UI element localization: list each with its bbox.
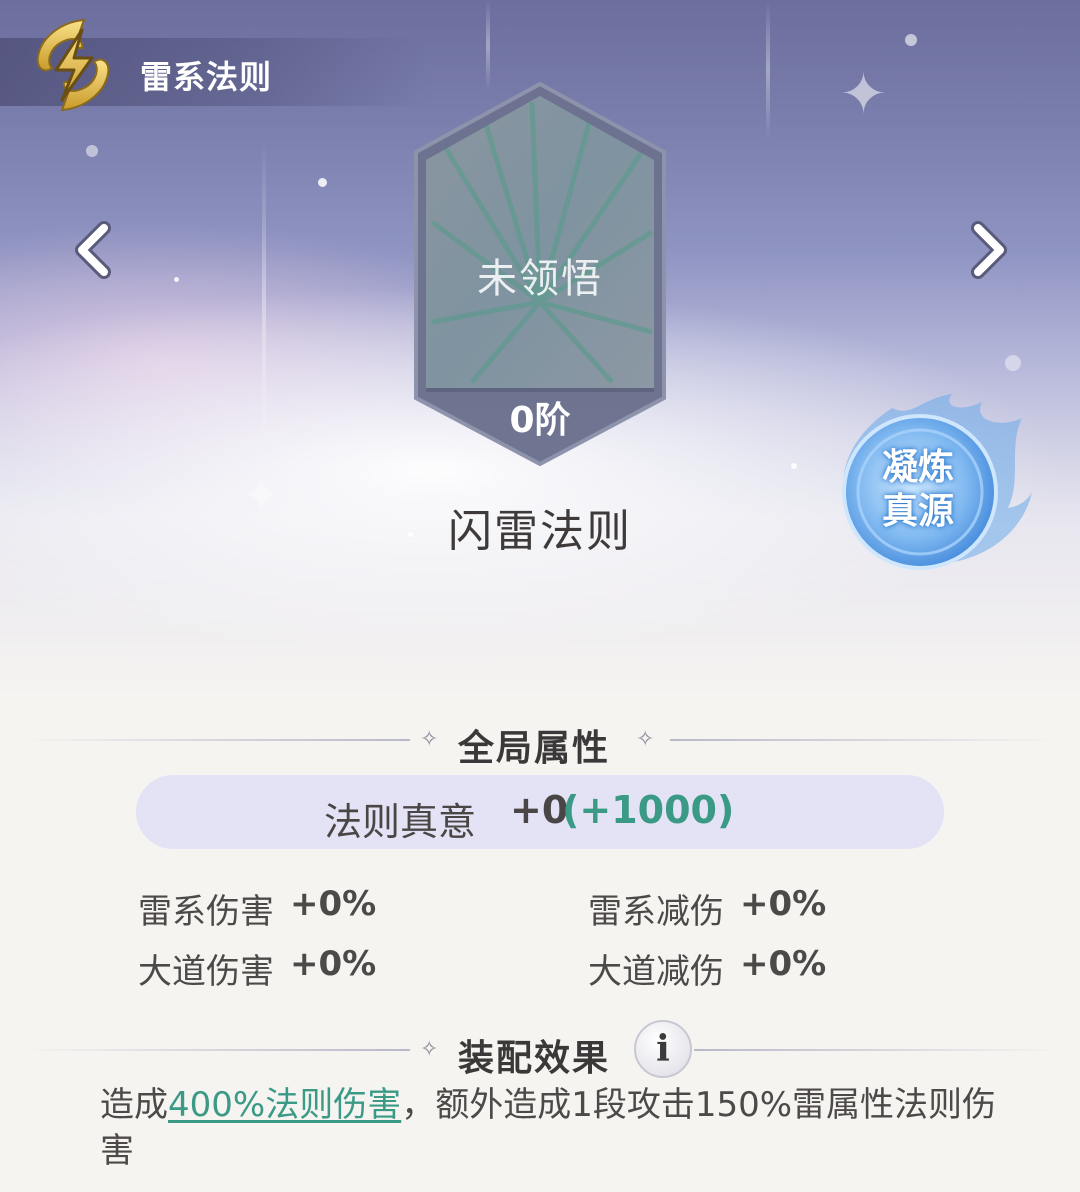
light-beam — [486, 0, 490, 90]
law-rank: 0阶 — [509, 400, 571, 441]
stat-label: 大道伤害 — [138, 952, 274, 992]
lightning-emblem-icon — [36, 18, 110, 112]
stat-value: +0% — [740, 944, 827, 984]
light-beam — [262, 140, 266, 460]
diamond-ornament-icon: ✧ — [420, 1037, 439, 1062]
divider-line — [20, 1049, 410, 1051]
diamond-ornament-icon: ✧ — [420, 727, 439, 752]
equip-effect-text: 造成400%法则伤害，额外造成1段攻击150%雷属性法则伤害 — [100, 1082, 1000, 1174]
star — [86, 145, 98, 157]
essence-bonus: (+1000) — [562, 788, 735, 832]
global-attributes-header: ✧ 全局属性 ✧ — [0, 715, 1080, 769]
section-title: 装配效果 — [458, 1038, 611, 1079]
chevron-left-icon[interactable] — [66, 220, 126, 280]
divider-line — [694, 1049, 1060, 1051]
essence-value: +0 — [510, 788, 569, 832]
stat-label: 大道减伤 — [588, 952, 724, 992]
star — [1005, 355, 1021, 371]
light-beam — [766, 0, 770, 140]
law-name: 闪雷法则 — [448, 506, 632, 557]
stat-label: 雷系伤害 — [138, 892, 274, 932]
info-icon[interactable]: i — [634, 1020, 692, 1078]
essence-label: 法则真意 — [324, 800, 477, 844]
effect-prefix: 造成 — [100, 1085, 168, 1125]
sparkle-icon: ✦ — [242, 468, 281, 522]
divider-line — [670, 739, 1060, 741]
law-status: 未领悟 — [477, 256, 603, 302]
refine-source-label: 凝炼 真源 — [881, 447, 954, 532]
sparkle-icon: ✦ — [840, 62, 887, 127]
stat-label: 雷系减伤 — [588, 892, 724, 932]
divider-line — [20, 739, 410, 741]
stat-value: +0% — [290, 884, 377, 924]
section-title: 全局属性 — [458, 728, 611, 769]
diamond-ornament-icon: ✧ — [636, 727, 655, 752]
equip-effect-header: ✧ 装配效果 — [0, 1025, 1080, 1079]
stat-value: +0% — [740, 884, 827, 924]
star — [791, 463, 797, 469]
effect-damage-link[interactable]: 400%法则伤害 — [168, 1085, 401, 1125]
chevron-right-icon[interactable] — [956, 220, 1016, 280]
page-title: 雷系法则 — [140, 58, 273, 96]
star — [174, 277, 179, 282]
stat-value: +0% — [290, 944, 377, 984]
star — [905, 34, 917, 46]
star — [318, 178, 327, 187]
